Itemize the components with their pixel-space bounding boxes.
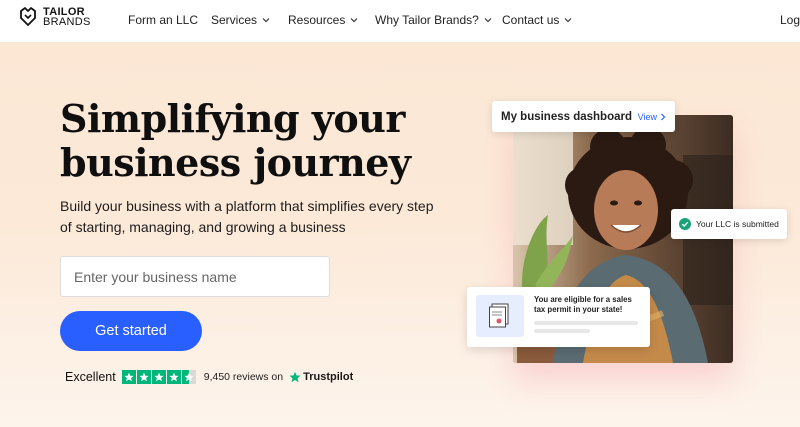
document-certificate-icon bbox=[476, 295, 524, 337]
trustpilot-rating[interactable]: Excellent 9,450 reviews on Trustpilot bbox=[65, 370, 353, 384]
rating-label: Excellent bbox=[65, 370, 116, 384]
llc-status-text: Your LLC is submitted bbox=[696, 219, 779, 229]
trustpilot-logo: Trustpilot bbox=[289, 371, 353, 383]
placeholder-line bbox=[534, 321, 638, 325]
get-started-button[interactable]: Get started bbox=[60, 311, 202, 351]
login-link[interactable]: Log bbox=[780, 13, 800, 27]
rating-stars bbox=[121, 370, 196, 384]
nav-item-form-llc[interactable]: Form an LLC bbox=[128, 13, 198, 27]
hero-headline: Simplifying your business journey bbox=[60, 97, 460, 185]
star-icon bbox=[136, 370, 151, 384]
view-link-label: View bbox=[637, 111, 657, 122]
hero-headline-line2: business journey bbox=[60, 140, 411, 185]
brand-logo[interactable]: TAILOR BRANDS bbox=[18, 7, 91, 28]
trustpilot-star-icon bbox=[289, 371, 301, 383]
dashboard-view-link[interactable]: View bbox=[638, 112, 666, 122]
star-icon bbox=[121, 370, 136, 384]
tax-permit-text: You are eligible for a sales tax permit … bbox=[534, 295, 632, 314]
dashboard-card-title: My business dashboard bbox=[501, 110, 633, 123]
chevron-down-icon bbox=[564, 18, 572, 23]
nav-item-label: Contact us bbox=[502, 13, 560, 27]
business-name-input[interactable] bbox=[60, 256, 330, 297]
chevron-down-icon bbox=[262, 18, 270, 23]
half-star-icon bbox=[181, 370, 196, 384]
brand-line2: BRANDS bbox=[43, 16, 91, 28]
top-nav: TAILOR BRANDS Form an LLC Services Resou… bbox=[0, 0, 800, 42]
llc-status-card: Your LLC is submitted bbox=[671, 209, 787, 239]
nav-item-label: Resources bbox=[288, 13, 346, 27]
chevron-down-icon bbox=[484, 18, 492, 23]
tax-permit-card: You are eligible for a sales tax permit … bbox=[467, 287, 650, 347]
nav-item-label: Form an LLC bbox=[128, 13, 199, 27]
tailor-brands-logo-icon bbox=[20, 7, 36, 26]
trustpilot-label: Trustpilot bbox=[303, 371, 354, 383]
star-icon bbox=[166, 370, 181, 384]
hero-headline-line1: Simplifying your bbox=[60, 96, 405, 141]
nav-item-contact-us[interactable]: Contact us bbox=[502, 13, 572, 27]
placeholder-line bbox=[534, 329, 590, 333]
hero-subheadline: Build your business with a platform that… bbox=[60, 198, 434, 235]
nav-item-label: Why Tailor Brands? bbox=[375, 13, 479, 27]
chevron-right-icon bbox=[661, 113, 666, 120]
nav-item-resources[interactable]: Resources bbox=[288, 13, 358, 27]
nav-item-services[interactable]: Services bbox=[211, 13, 270, 27]
nav-item-why-tailor-brands[interactable]: Why Tailor Brands? bbox=[375, 13, 492, 27]
check-circle-icon bbox=[679, 218, 691, 230]
chevron-down-icon bbox=[350, 18, 358, 23]
star-icon bbox=[151, 370, 166, 384]
nav-item-label: Services bbox=[211, 13, 258, 27]
dashboard-card: My business dashboard View bbox=[492, 101, 675, 132]
reviews-count: 9,450 reviews on bbox=[203, 371, 284, 383]
